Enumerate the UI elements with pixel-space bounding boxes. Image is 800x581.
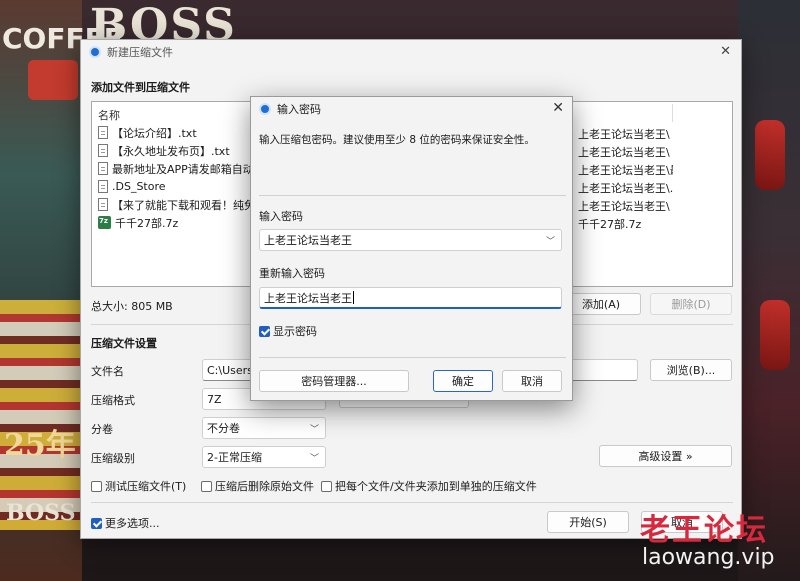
checkbox-box[interactable] bbox=[321, 480, 332, 492]
file-path: 上老王论坛当老王\最新... bbox=[578, 164, 673, 177]
split-value: 不分卷 bbox=[207, 422, 240, 435]
separate-archives-checkbox[interactable]: 把每个文件/文件夹添加到单独的压缩文件 bbox=[321, 478, 537, 494]
list-item[interactable]: 【论坛介绍】.txt bbox=[98, 124, 197, 141]
file-path: 千千27部.7z bbox=[578, 218, 642, 231]
password-hint: 输入压缩包密码。建议使用至少 8 位的密码来保证安全性。 bbox=[259, 134, 535, 146]
text-file-icon bbox=[98, 198, 108, 211]
file-name: .DS_Store bbox=[112, 180, 166, 193]
reenter-password-input[interactable]: 上老王论坛当老王 bbox=[259, 287, 562, 309]
chevron-down-icon: ﹀ bbox=[309, 424, 319, 435]
show-password-checkbox[interactable]: 显示密码 bbox=[259, 323, 317, 339]
app-icon bbox=[259, 103, 271, 115]
list-item[interactable]: 【永久地址发布页】.txt bbox=[98, 142, 230, 159]
text-file-icon bbox=[98, 162, 108, 175]
divider bbox=[259, 195, 566, 196]
ok-button[interactable]: 确定 bbox=[433, 370, 493, 392]
watermark-text: 老王论坛 bbox=[640, 513, 768, 548]
archive-7z-icon bbox=[98, 216, 111, 229]
dialog-title: 输入密码 bbox=[277, 103, 321, 116]
password-value: 上老王论坛当老王 bbox=[264, 234, 352, 247]
divider bbox=[91, 502, 733, 503]
list-item[interactable]: .DS_Store bbox=[98, 178, 166, 195]
file-name: 【永久地址发布页】.txt bbox=[112, 144, 230, 158]
checkbox-box[interactable] bbox=[201, 480, 212, 492]
format-value: 7Z bbox=[207, 392, 222, 406]
split-select[interactable]: 不分卷 ﹀ bbox=[202, 417, 326, 439]
close-icon[interactable]: ✕ bbox=[720, 44, 731, 59]
split-label: 分卷 bbox=[91, 423, 113, 436]
level-label: 压缩级别 bbox=[91, 452, 135, 465]
file-name: 【论坛介绍】.txt bbox=[112, 126, 197, 140]
chevron-down-icon: ﹀ bbox=[309, 453, 319, 464]
checkbox-box-checked[interactable] bbox=[91, 517, 102, 529]
text-cursor bbox=[353, 291, 354, 304]
background-vending-machine bbox=[0, 300, 82, 530]
archive-settings-section-title: 压缩文件设置 bbox=[91, 337, 157, 350]
text-file-icon bbox=[98, 144, 108, 157]
checkbox-label: 把每个文件/文件夹添加到单独的压缩文件 bbox=[335, 480, 537, 493]
password-value: 上老王论坛当老王 bbox=[264, 291, 352, 305]
background-street-right bbox=[738, 0, 800, 581]
dialog-cancel-button[interactable]: 取消 bbox=[502, 370, 562, 392]
checkbox-label: 压缩后删除原始文件 bbox=[215, 480, 314, 493]
file-path: 上老王论坛当老王\【来... bbox=[578, 200, 673, 213]
format-label: 压缩格式 bbox=[91, 394, 135, 407]
close-icon[interactable]: ✕ bbox=[552, 100, 564, 116]
test-archive-checkbox[interactable]: 测试压缩文件(T) bbox=[91, 478, 186, 494]
file-icon bbox=[98, 180, 108, 193]
background-25-sign: 25年 bbox=[4, 428, 76, 463]
password-dialog: 输入密码 ✕ 输入压缩包密码。建议使用至少 8 位的密码来保证安全性。 输入密码… bbox=[250, 96, 573, 401]
enter-password-input[interactable]: 上老王论坛当老王 ﹀ bbox=[259, 229, 562, 251]
file-path: 上老王论坛当老王\.DS_S... bbox=[578, 182, 673, 195]
file-path: 上老王论坛当老王\【永... bbox=[578, 146, 673, 159]
browse-button[interactable]: 浏览(B)... bbox=[650, 359, 732, 381]
filename-label: 文件名 bbox=[91, 365, 124, 378]
checkbox-label: 显示密码 bbox=[273, 325, 317, 338]
window-title: 新建压缩文件 bbox=[107, 46, 173, 59]
total-size: 总大小: 805 MB bbox=[91, 300, 173, 313]
checkbox-box-checked[interactable] bbox=[259, 325, 270, 337]
add-button[interactable]: 添加(A) bbox=[561, 293, 641, 315]
level-select[interactable]: 2-正常压缩 ﹀ bbox=[202, 446, 326, 468]
reenter-password-label: 重新输入密码 bbox=[259, 267, 325, 280]
more-options-checkbox[interactable]: 更多选项... bbox=[91, 515, 160, 531]
window-titlebar: 新建压缩文件 bbox=[81, 40, 741, 64]
level-value: 2-正常压缩 bbox=[207, 451, 262, 464]
text-file-icon bbox=[98, 126, 108, 139]
background-lantern bbox=[760, 300, 790, 370]
background-boss-sign-bottom: BOSS bbox=[6, 500, 76, 526]
app-icon bbox=[89, 46, 101, 58]
password-manager-button[interactable]: 密码管理器... bbox=[259, 370, 409, 392]
delete-button[interactable]: 删除(D) bbox=[650, 293, 732, 315]
start-button[interactable]: 开始(S) bbox=[547, 511, 629, 533]
background-lantern bbox=[755, 120, 785, 190]
divider bbox=[259, 357, 566, 358]
column-header-name[interactable]: 名称 bbox=[98, 107, 120, 123]
list-item[interactable]: 千千27部.7z bbox=[98, 214, 178, 231]
checkbox-label: 测试压缩文件(T) bbox=[105, 480, 187, 493]
advanced-settings-button[interactable]: 高级设置 » bbox=[599, 445, 732, 467]
checkbox-box[interactable] bbox=[91, 480, 102, 492]
dialog-titlebar: 输入密码 bbox=[251, 97, 572, 121]
chevron-down-icon: ﹀ bbox=[545, 236, 555, 247]
file-name: 千千27部.7z bbox=[115, 216, 179, 230]
file-path: 上老王论坛当老王\【论... bbox=[578, 128, 673, 141]
column-divider[interactable] bbox=[672, 104, 673, 122]
watermark-url: laowang.vip bbox=[642, 545, 775, 570]
background-neon-sign bbox=[28, 60, 78, 100]
delete-after-checkbox[interactable]: 压缩后删除原始文件 bbox=[201, 478, 314, 494]
enter-password-label: 输入密码 bbox=[259, 210, 303, 223]
add-files-section-title: 添加文件到压缩文件 bbox=[91, 81, 190, 94]
checkbox-label: 更多选项... bbox=[105, 517, 160, 530]
